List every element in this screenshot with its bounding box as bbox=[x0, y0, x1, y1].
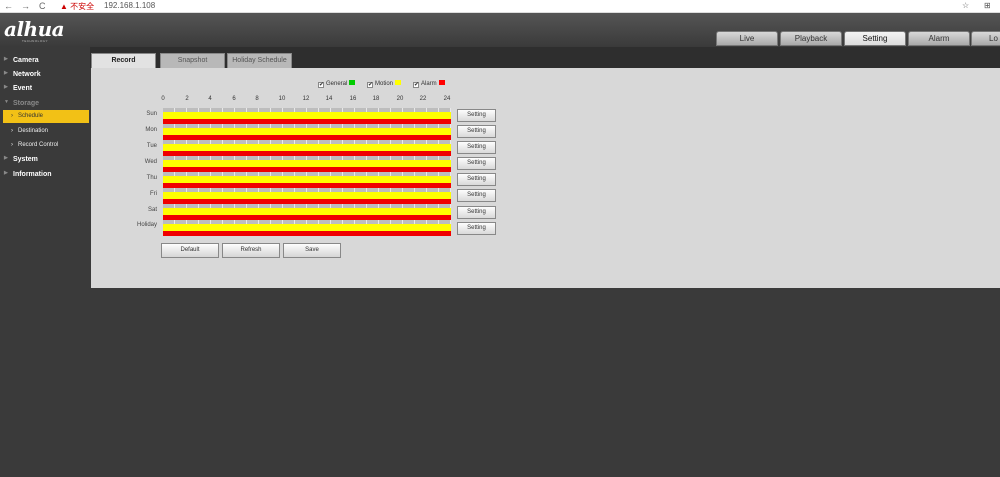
checkbox-motion[interactable]: ✔ bbox=[367, 82, 373, 88]
browser-menu-icon[interactable]: ⊞ bbox=[984, 1, 991, 10]
sidebar-subitem-record-control[interactable]: › Record Control bbox=[0, 139, 90, 152]
hour-label: 24 bbox=[443, 96, 451, 102]
motion-color-swatch bbox=[395, 80, 402, 85]
tab-logout[interactable]: Lo bbox=[971, 31, 1000, 46]
sidebar-item-information[interactable]: ▶ Information bbox=[0, 168, 90, 181]
sidebar-item-storage[interactable]: ▼ Storage bbox=[0, 97, 90, 110]
tab-alarm[interactable]: Alarm bbox=[908, 31, 970, 46]
day-label-tue: Tue bbox=[146, 143, 157, 149]
tab-snapshot[interactable]: Snapshot bbox=[160, 53, 225, 68]
day-label-thu: Thu bbox=[146, 175, 157, 181]
triangle-right-icon: ▶ bbox=[4, 84, 8, 90]
back-icon[interactable]: ← bbox=[4, 1, 13, 11]
setting-button-wed[interactable]: Setting bbox=[457, 157, 496, 170]
reload-icon[interactable]: C bbox=[39, 1, 46, 11]
sidebar-item-event[interactable]: ▶ Event bbox=[0, 82, 90, 95]
tab-record[interactable]: Record bbox=[91, 53, 156, 68]
timeline-sat[interactable] bbox=[163, 204, 451, 220]
sidebar-item-label: Camera bbox=[13, 57, 39, 64]
hour-label: 18 bbox=[372, 96, 380, 102]
legend-alarm[interactable]: ✔ Alarm bbox=[413, 80, 445, 88]
default-button[interactable]: Default bbox=[161, 243, 219, 258]
hour-label: 16 bbox=[349, 96, 357, 102]
sidebar-subitem-schedule[interactable]: › Schedule bbox=[3, 110, 89, 123]
legend-general[interactable]: ✔ General bbox=[318, 80, 356, 88]
legend-label: General bbox=[326, 81, 348, 87]
hour-label: 10 bbox=[278, 96, 286, 102]
sidebar-subitem-label: Schedule bbox=[18, 113, 44, 119]
triangle-right-icon: ▶ bbox=[4, 56, 8, 62]
timeline-thu[interactable] bbox=[163, 172, 451, 188]
tab-live[interactable]: Live bbox=[716, 31, 778, 46]
forward-icon[interactable]: → bbox=[21, 1, 30, 11]
legend-label: Motion bbox=[375, 81, 394, 87]
setting-button-mon[interactable]: Setting bbox=[457, 125, 496, 138]
sidebar-item-label: System bbox=[13, 156, 38, 163]
hour-label: 8 bbox=[255, 96, 259, 102]
checkbox-general[interactable]: ✔ bbox=[318, 82, 324, 88]
triangle-right-icon: ▶ bbox=[4, 155, 8, 161]
sidebar-item-label: Event bbox=[13, 85, 33, 92]
hour-label: 14 bbox=[325, 96, 333, 102]
day-label-sun: Sun bbox=[146, 111, 157, 117]
chevron-right-icon: › bbox=[11, 113, 13, 119]
tab-holiday-schedule[interactable]: Holiday Schedule bbox=[227, 53, 292, 68]
timeline-mon[interactable] bbox=[163, 124, 451, 140]
setting-button-thu[interactable]: Setting bbox=[457, 173, 496, 186]
hour-label: 22 bbox=[419, 96, 427, 102]
save-button[interactable]: Save bbox=[283, 243, 341, 258]
tab-setting[interactable]: Setting bbox=[844, 31, 906, 46]
brand-tagline: TECHNOLOGY bbox=[22, 39, 49, 43]
day-label-mon: Mon bbox=[145, 127, 157, 133]
general-color-swatch bbox=[349, 80, 356, 85]
brand-logo: alhua bbox=[4, 17, 65, 41]
hour-label: 12 bbox=[302, 96, 310, 102]
checkbox-alarm[interactable]: ✔ bbox=[413, 82, 419, 88]
hour-label: 20 bbox=[396, 96, 404, 102]
security-warning[interactable]: ▲ 不安全 bbox=[60, 1, 94, 12]
hour-label: 4 bbox=[208, 96, 212, 102]
day-label-sat: Sat bbox=[147, 207, 157, 213]
timeline-tue[interactable] bbox=[163, 140, 451, 156]
day-label-wed: Wed bbox=[144, 159, 157, 165]
url-field[interactable]: 192.168.1.108 bbox=[104, 1, 155, 10]
triangle-down-icon: ▼ bbox=[4, 99, 9, 105]
sidebar-item-camera[interactable]: ▶ Camera bbox=[0, 54, 90, 67]
timeline-sun[interactable] bbox=[163, 108, 451, 124]
day-label-fri: Fri bbox=[150, 191, 157, 197]
sidebar-item-network[interactable]: ▶ Network bbox=[0, 68, 90, 81]
app-header: alhua TECHNOLOGY Live Playback Setting A… bbox=[0, 13, 1000, 47]
sidebar-item-system[interactable]: ▶ System bbox=[0, 153, 90, 166]
legend-label: Alarm bbox=[421, 81, 437, 87]
setting-button-fri[interactable]: Setting bbox=[457, 189, 496, 202]
timeline-wed[interactable] bbox=[163, 156, 451, 172]
chevron-right-icon: › bbox=[11, 142, 13, 148]
chevron-right-icon: › bbox=[11, 128, 13, 134]
sidebar-subitem-label: Destination bbox=[18, 128, 49, 134]
sidebar-item-label: Network bbox=[13, 71, 41, 78]
tab-playback[interactable]: Playback bbox=[780, 31, 842, 46]
hour-label: 6 bbox=[232, 96, 236, 102]
hour-label: 2 bbox=[185, 96, 189, 102]
setting-button-tue[interactable]: Setting bbox=[457, 141, 496, 154]
setting-button-sat[interactable]: Setting bbox=[457, 206, 496, 219]
refresh-button[interactable]: Refresh bbox=[222, 243, 280, 258]
sidebar-item-label: Information bbox=[13, 171, 52, 178]
sidebar-item-label: Storage bbox=[13, 100, 40, 107]
hour-label: 0 bbox=[161, 96, 165, 102]
browser-toolbar: ← → C ▲ 不安全 192.168.1.108 ☆ ⊞ bbox=[0, 0, 1000, 13]
timeline-holiday[interactable] bbox=[163, 220, 451, 236]
triangle-right-icon: ▶ bbox=[4, 170, 8, 176]
legend-motion[interactable]: ✔ Motion bbox=[367, 80, 402, 88]
bookmark-star-icon[interactable]: ☆ bbox=[962, 1, 969, 10]
setting-button-holiday[interactable]: Setting bbox=[457, 222, 496, 235]
alarm-color-swatch bbox=[438, 80, 445, 85]
setting-button-sun[interactable]: Setting bbox=[457, 109, 496, 122]
timeline-fri[interactable] bbox=[163, 188, 451, 204]
day-label-holiday: Holiday bbox=[136, 222, 157, 228]
sidebar-subitem-label: Record Control bbox=[18, 142, 59, 148]
sidebar-subitem-destination[interactable]: › Destination bbox=[0, 125, 90, 138]
triangle-right-icon: ▶ bbox=[4, 70, 8, 76]
